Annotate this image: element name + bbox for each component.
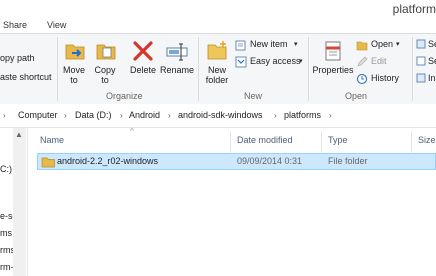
easy-access-label: Easy access — [250, 56, 301, 66]
select-all-label: Se — [428, 39, 436, 49]
column-separator[interactable] — [411, 131, 412, 153]
new-folder-button[interactable]: New folder — [203, 37, 231, 89]
paste-shortcut-button[interactable]: aste shortcut — [0, 72, 52, 83]
chevron-down-icon: ▾ — [396, 41, 400, 48]
copy-to-button[interactable]: Copy to — [92, 37, 118, 89]
history-icon — [356, 73, 368, 85]
new-item-label: New item — [250, 39, 288, 49]
properties-label: Properties — [312, 65, 354, 75]
file-name: android-2.2_r02-windows — [57, 156, 159, 166]
sort-arrow-icon: ^ — [130, 127, 134, 136]
new-folder-label-2: folder — [205, 75, 229, 85]
select-all-icon — [416, 39, 426, 49]
chevron-down-icon: ▾ — [294, 41, 298, 48]
properties-button[interactable]: Properties — [312, 37, 354, 89]
group-separator — [57, 37, 58, 101]
move-to-label-2: to — [70, 75, 78, 85]
history-button[interactable]: History — [356, 73, 402, 86]
window-title: platform — [392, 2, 436, 16]
tab-share[interactable]: Share — [3, 18, 27, 33]
breadcrumb-android-sdk-windows[interactable]: android-sdk-windows — [178, 104, 263, 127]
edit-button[interactable]: Edit — [356, 56, 396, 69]
file-type: File folder — [328, 156, 368, 166]
group-separator — [198, 37, 199, 101]
chevron-down-icon: ▾ — [299, 58, 303, 65]
move-to-button[interactable]: Move to — [61, 37, 87, 89]
table-row[interactable]: android-2.2_r02-windows 09/09/2014 0:31 … — [37, 153, 436, 170]
invert-selection-label: In — [428, 73, 436, 83]
nav-scrollbar[interactable]: ▲ — [13, 128, 26, 276]
column-header-size[interactable]: Size — [418, 135, 436, 145]
breadcrumb-platforms[interactable]: platforms — [284, 104, 321, 127]
delete-icon — [133, 41, 153, 61]
title-bar: platform — [0, 0, 436, 18]
edit-icon — [357, 56, 368, 67]
copy-to-label-2: to — [101, 75, 109, 85]
rename-button[interactable]: Rename — [160, 37, 194, 89]
file-date-modified: 09/09/2014 0:31 — [237, 156, 303, 166]
column-separator[interactable] — [230, 131, 231, 153]
copy-path-button[interactable]: opy path — [0, 53, 35, 64]
tab-view[interactable]: View — [47, 18, 66, 33]
chevron-right-icon: › — [274, 111, 277, 120]
easy-access-icon — [235, 56, 247, 68]
history-label: History — [371, 73, 400, 83]
easy-access-button[interactable]: Easy access ▾ — [235, 56, 307, 69]
breadcrumb-data-drive[interactable]: Data (D:) — [75, 104, 112, 127]
copy-to-icon — [96, 44, 116, 60]
group-separator — [308, 37, 309, 101]
properties-icon — [325, 41, 341, 61]
delete-label: Delete — [129, 65, 156, 75]
select-none-label: Se — [428, 56, 436, 66]
organize-group-label: Organize — [106, 91, 143, 101]
column-header-name[interactable]: Name — [40, 135, 64, 145]
breadcrumb-computer[interactable]: Computer — [18, 104, 58, 127]
file-list: ^ Name Date modified Type Size android-2… — [28, 127, 436, 276]
nav-item-c-drive[interactable]: C:) — [0, 164, 12, 174]
open-group-label: Open — [345, 91, 368, 101]
new-item-button[interactable]: New item ▾ — [235, 39, 305, 52]
edit-label: Edit — [371, 56, 387, 66]
delete-button[interactable]: Delete — [128, 37, 158, 89]
open-button[interactable]: Open ▾ — [356, 39, 404, 52]
nav-item-platforms-1[interactable]: ms — [0, 228, 12, 238]
breadcrumb-android[interactable]: Android — [129, 104, 160, 127]
scroll-up-icon[interactable]: ▲ — [15, 130, 23, 139]
chevron-right-icon: › — [64, 111, 67, 120]
open-label: Open — [371, 39, 394, 49]
chevron-right-icon: › — [120, 111, 123, 120]
rename-icon — [166, 43, 188, 61]
column-header-type[interactable]: Type — [328, 135, 348, 145]
ribbon-tabs: Share View — [0, 18, 436, 33]
new-group-label: New — [244, 91, 263, 101]
new-item-icon — [235, 40, 246, 51]
select-none-icon — [416, 56, 426, 66]
group-separator — [412, 37, 413, 101]
move-to-icon — [65, 44, 85, 60]
folder-icon — [41, 157, 55, 168]
open-icon — [356, 41, 368, 51]
rename-label: Rename — [159, 65, 195, 75]
ribbon: opy path aste shortcut Move to Copy to D… — [0, 33, 436, 105]
chevron-right-icon: › — [329, 111, 332, 120]
chevron-right-icon: › — [3, 111, 6, 120]
address-bar[interactable]: › Computer › Data (D:) › Android › andro… — [0, 104, 436, 128]
new-folder-icon — [207, 41, 227, 60]
invert-selection-icon — [416, 73, 426, 83]
chevron-right-icon: › — [168, 111, 171, 120]
column-separator[interactable] — [321, 131, 322, 153]
column-header-date-modified[interactable]: Date modified — [237, 135, 293, 145]
